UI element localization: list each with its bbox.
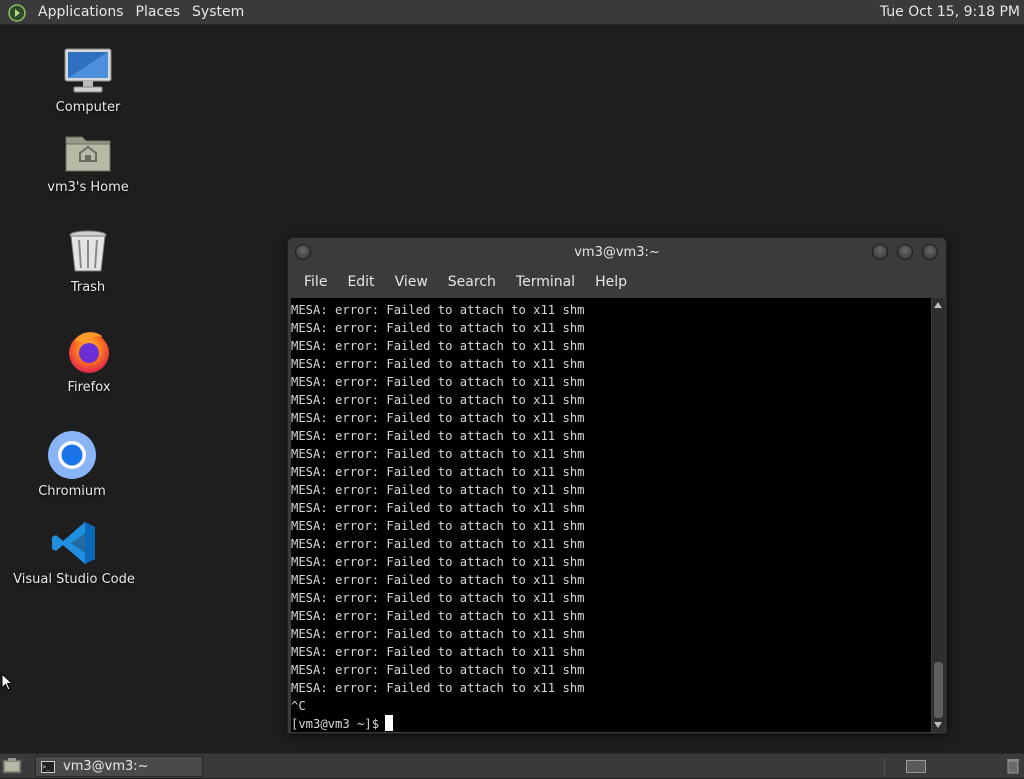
desktop-icon-label: Trash	[70, 280, 106, 295]
scrollbar-thumb[interactable]	[934, 662, 943, 718]
terminal-line: MESA: error: Failed to attach to x11 shm	[291, 627, 585, 641]
terminal-line: MESA: error: Failed to attach to x11 shm	[291, 357, 585, 371]
terminal-line: MESA: error: Failed to attach to x11 shm	[291, 339, 585, 353]
desktop-icon-label: Computer	[55, 100, 121, 115]
centos-logo-icon[interactable]	[8, 3, 26, 22]
scroll-down-arrow-icon[interactable]	[934, 722, 942, 728]
desktop-icon-home[interactable]: vm3's Home	[28, 124, 148, 195]
desktop-icon-firefox[interactable]: Firefox	[29, 324, 149, 395]
terminal-line: MESA: error: Failed to attach to x11 shm	[291, 591, 585, 605]
terminal-line: MESA: error: Failed to attach to x11 shm	[291, 411, 585, 425]
trash-icon	[61, 224, 115, 278]
trash-applet-icon[interactable]	[1006, 758, 1020, 774]
menu-help[interactable]: Help	[585, 268, 637, 296]
desktop-icon-label: Firefox	[67, 380, 111, 395]
terminal-line: ^C	[291, 699, 306, 713]
terminal-menubar: File Edit View Search Terminal Help	[288, 268, 946, 296]
desktop-icon-label: Visual Studio Code	[13, 572, 135, 587]
desktop-icon-vscode[interactable]: Visual Studio Code	[13, 516, 135, 587]
terminal-line: MESA: error: Failed to attach to x11 shm	[291, 483, 585, 497]
menu-view[interactable]: View	[385, 268, 438, 296]
terminal-output[interactable]: MESA: error: Failed to attach to x11 shm…	[291, 298, 931, 732]
panel-separator	[884, 758, 885, 775]
top-panel: Applications Places System Tue Oct 15, 9…	[0, 0, 1024, 25]
maximize-button[interactable]	[897, 244, 913, 260]
menu-search[interactable]: Search	[438, 268, 506, 296]
show-desktop-icon[interactable]	[2, 757, 22, 775]
menu-file[interactable]: File	[294, 268, 337, 296]
clock[interactable]: Tue Oct 15, 9:18 PM	[880, 0, 1020, 25]
firefox-icon	[62, 324, 116, 378]
close-button[interactable]	[922, 244, 938, 260]
taskbar-item-label: vm3@vm3:~	[63, 759, 149, 774]
terminal-prompt-line[interactable]: [vm3@vm3 ~]$	[291, 715, 931, 732]
text-cursor	[385, 715, 394, 731]
desktop-icon-label: vm3's Home	[47, 180, 129, 195]
terminal-line: MESA: error: Failed to attach to x11 shm	[291, 393, 585, 407]
menu-applications[interactable]: Applications	[32, 0, 130, 25]
chromium-icon	[45, 428, 99, 482]
desktop-icon-computer[interactable]: Computer	[28, 44, 148, 115]
terminal-line: MESA: error: Failed to attach to x11 shm	[291, 303, 585, 317]
terminal-line: MESA: error: Failed to attach to x11 shm	[291, 375, 585, 389]
terminal-prompt: [vm3@vm3 ~]$	[291, 717, 380, 731]
minimize-button[interactable]	[872, 244, 888, 260]
menu-edit[interactable]: Edit	[337, 268, 384, 296]
terminal-line: MESA: error: Failed to attach to x11 shm	[291, 555, 585, 569]
terminal-line: MESA: error: Failed to attach to x11 shm	[291, 663, 585, 677]
mouse-pointer-icon	[1, 672, 14, 695]
desktop-icon-trash[interactable]: Trash	[28, 224, 148, 295]
vscode-icon	[47, 516, 101, 570]
terminal-line: MESA: error: Failed to attach to x11 shm	[291, 447, 585, 461]
terminal-line: MESA: error: Failed to attach to x11 shm	[291, 681, 585, 695]
home-folder-icon	[61, 124, 115, 178]
window-title: vm3@vm3:~	[574, 245, 660, 260]
terminal-icon: >_	[41, 760, 55, 773]
desktop-icon-chromium[interactable]: Chromium	[12, 428, 132, 499]
bottom-panel: >_ vm3@vm3:~	[0, 753, 1024, 778]
desktop-icon-label: Chromium	[38, 484, 106, 499]
terminal-line: MESA: error: Failed to attach to x11 shm	[291, 645, 585, 659]
menu-system[interactable]: System	[186, 0, 250, 25]
terminal-line: MESA: error: Failed to attach to x11 shm	[291, 465, 585, 479]
terminal-line: MESA: error: Failed to attach to x11 shm	[291, 609, 585, 623]
menu-terminal[interactable]: Terminal	[506, 268, 585, 296]
terminal-line: MESA: error: Failed to attach to x11 shm	[291, 501, 585, 515]
terminal-scrollbar[interactable]	[932, 298, 945, 732]
terminal-line: MESA: error: Failed to attach to x11 shm	[291, 573, 585, 587]
terminal-line: MESA: error: Failed to attach to x11 shm	[291, 321, 585, 335]
taskbar-item-terminal[interactable]: >_ vm3@vm3:~	[35, 756, 203, 777]
terminal-window[interactable]: vm3@vm3:~ File Edit View Search Terminal…	[287, 237, 947, 734]
menu-places[interactable]: Places	[130, 0, 187, 25]
workspace-switcher[interactable]	[906, 760, 926, 773]
top-panel-menus: Applications Places System	[8, 0, 250, 25]
computer-icon	[61, 44, 115, 98]
scroll-up-arrow-icon[interactable]	[934, 302, 942, 308]
terminal-line: MESA: error: Failed to attach to x11 shm	[291, 429, 585, 443]
terminal-line: MESA: error: Failed to attach to x11 shm	[291, 519, 585, 533]
terminal-line: MESA: error: Failed to attach to x11 shm	[291, 537, 585, 551]
